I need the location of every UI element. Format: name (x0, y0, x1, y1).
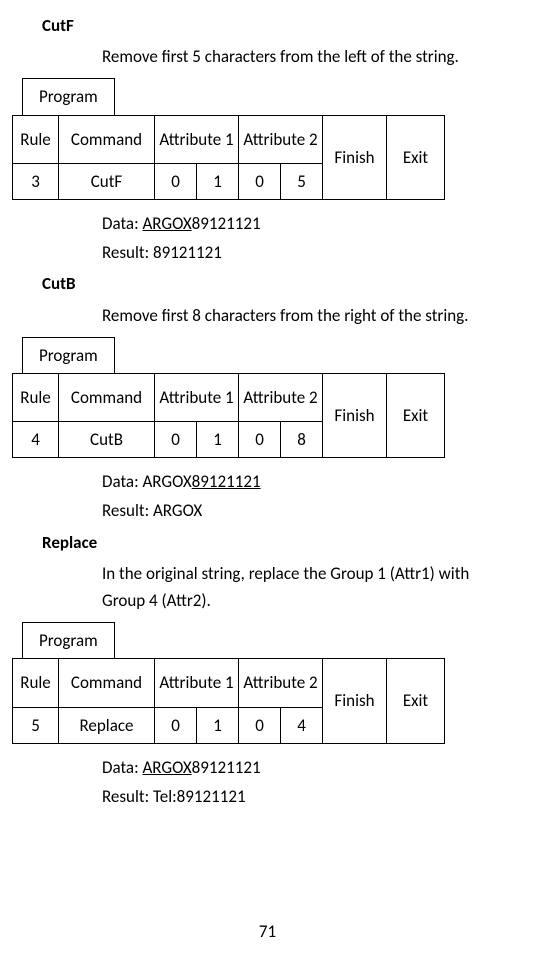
section-desc-cutf: Remove first 5 characters from the left … (102, 43, 505, 70)
section-title-replace: Replace (42, 529, 515, 556)
header-command: Command (59, 659, 155, 707)
header-exit: Exit (387, 373, 445, 457)
section-desc-replace: In the original string, replace the Grou… (102, 560, 505, 614)
result-cutf: Result: 89121121 (102, 239, 515, 266)
cell-rule: 4 (13, 422, 59, 458)
program-table: Rule Command Attribute 1 Attribute 2 Fin… (12, 373, 445, 458)
program-tab: Program (22, 337, 115, 373)
cell-a1a: 0 (155, 422, 197, 458)
program-table: Rule Command Attribute 1 Attribute 2 Fin… (12, 115, 445, 200)
cell-a1a: 0 (155, 707, 197, 743)
header-attr1: Attribute 1 (155, 659, 239, 707)
cell-a2b: 8 (281, 422, 323, 458)
program-table: Rule Command Attribute 1 Attribute 2 Fin… (12, 658, 445, 743)
header-exit: Exit (387, 659, 445, 743)
header-finish: Finish (323, 659, 387, 743)
header-rule: Rule (13, 659, 59, 707)
cell-a2a: 0 (239, 707, 281, 743)
header-command: Command (59, 115, 155, 163)
cell-a1b: 1 (197, 163, 239, 199)
cell-rule: 5 (13, 707, 59, 743)
cell-command: Replace (59, 707, 155, 743)
section-desc-cutb: Remove first 8 characters from the right… (102, 302, 505, 329)
cell-a2a: 0 (239, 422, 281, 458)
header-attr2: Attribute 2 (239, 373, 323, 421)
section-title-cutf: CutF (42, 12, 515, 39)
cell-command: CutB (59, 422, 155, 458)
header-attr1: Attribute 1 (155, 373, 239, 421)
header-attr2: Attribute 2 (239, 115, 323, 163)
data-cutb: Data: ARGOX89121121 (102, 468, 515, 495)
header-finish: Finish (323, 373, 387, 457)
data-cutf: Data: ARGOX89121121 (102, 210, 515, 237)
header-attr2: Attribute 2 (239, 659, 323, 707)
header-rule: Rule (13, 115, 59, 163)
table-cutb: Program Rule Command Attribute 1 Attribu… (12, 337, 515, 459)
header-rule: Rule (13, 373, 59, 421)
result-cutb: Result: ARGOX (102, 497, 515, 524)
cell-a1b: 1 (197, 707, 239, 743)
program-tab: Program (22, 622, 115, 658)
page-number: 71 (0, 918, 535, 945)
cell-a2b: 5 (281, 163, 323, 199)
cell-a2b: 4 (281, 707, 323, 743)
result-replace: Result: Tel:89121121 (102, 783, 515, 810)
cell-a2a: 0 (239, 163, 281, 199)
program-tab: Program (22, 78, 115, 114)
cell-command: CutF (59, 163, 155, 199)
table-cutf: Program Rule Command Attribute 1 Attribu… (12, 78, 515, 200)
data-replace: Data: ARGOX89121121 (102, 754, 515, 781)
section-title-cutb: CutB (42, 270, 515, 297)
header-exit: Exit (387, 115, 445, 199)
cell-a1b: 1 (197, 422, 239, 458)
header-finish: Finish (323, 115, 387, 199)
table-replace: Program Rule Command Attribute 1 Attribu… (12, 622, 515, 744)
header-attr1: Attribute 1 (155, 115, 239, 163)
cell-rule: 3 (13, 163, 59, 199)
header-command: Command (59, 373, 155, 421)
cell-a1a: 0 (155, 163, 197, 199)
